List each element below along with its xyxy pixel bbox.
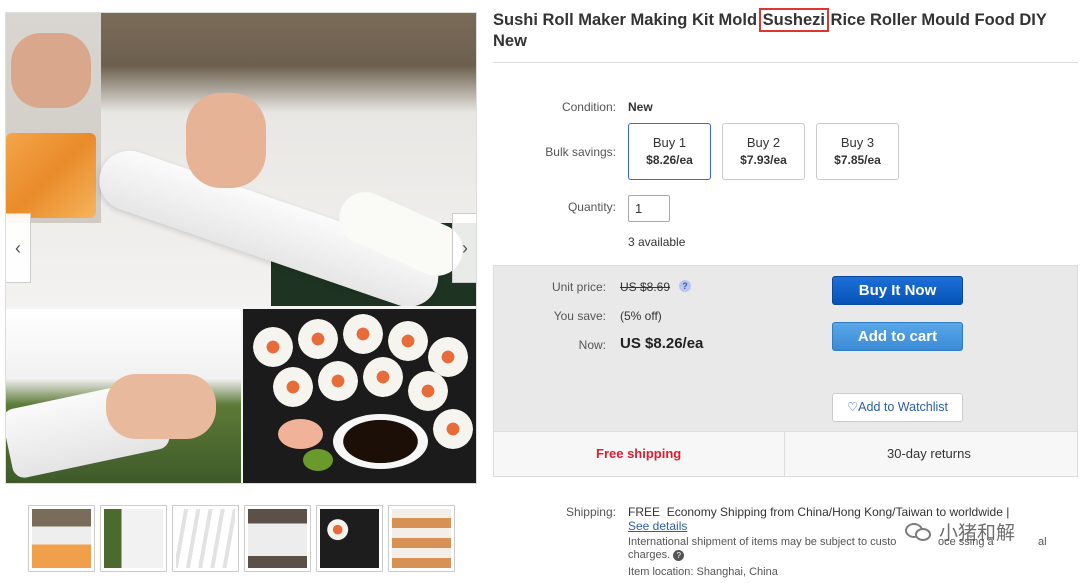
returns-label: 30-day returns [887,446,971,461]
condition-value: New [628,100,653,114]
bulk-option-3[interactable]: Buy 3 $7.85/ea [816,123,899,180]
add-to-cart-button[interactable]: Add to cart [832,322,963,351]
wechat-icon [905,521,933,543]
secondary-image-roller[interactable] [6,309,241,483]
thumbnail[interactable] [172,505,239,572]
divider [493,62,1078,63]
main-product-image[interactable]: ‹ › [6,13,476,306]
intl-shipment-note: International shipment of items may be s… [628,536,897,548]
buy-it-now-button[interactable]: Buy It Now [832,276,963,305]
see-details-link[interactable]: See details [628,519,687,533]
shipping-label: Shipping: [565,505,616,519]
available-count: 3 available [628,235,686,249]
chevron-right-icon: › [462,237,468,258]
condition-label: Condition: [561,100,616,114]
secondary-image-sushi-plate[interactable] [243,309,476,483]
unit-price-value: US $8.69 [620,280,671,294]
image-gallery: ‹ › [5,12,477,484]
you-save-value: (5% off) [620,309,662,323]
product-title: Sushi Roll Maker Making Kit Mold Sushezi… [493,8,1047,50]
hand-graphic [186,93,266,188]
shipping-desc: FREE Economy Shipping from China/Hong Ko… [628,505,1010,519]
add-to-watchlist-button[interactable]: ♡Add to Watchlist [832,393,963,422]
bulk-savings-label: Bulk savings: [545,145,616,159]
now-label: Now: [578,338,606,352]
quantity-label: Quantity: [567,200,616,214]
free-shipping-label: Free shipping [596,446,682,461]
you-save-label: You save: [553,309,606,323]
thumbnail[interactable] [28,505,95,572]
highlighted-brand: Sushezi [758,8,829,32]
price-box-footer [494,431,1077,477]
thumbnail[interactable] [244,505,311,572]
now-price: US $8.26/ea [620,335,704,352]
info-icon[interactable]: ? [679,280,691,292]
quantity-input[interactable]: 1 [628,195,670,222]
prev-image-button[interactable]: ‹ [6,213,31,283]
food-plate-graphic [6,133,96,218]
watermark: 小猪和解 [905,518,1015,545]
chevron-left-icon: ‹ [15,237,21,258]
charges-note: charges.? [628,549,685,561]
help-icon[interactable]: ? [673,550,685,561]
unit-price-label: Unit price: [551,280,606,294]
thumbnail[interactable] [388,505,455,572]
price-box [493,265,1078,477]
heart-icon: ♡ [846,400,859,414]
thumbnail[interactable] [100,505,167,572]
soy-sauce-bowl-graphic [333,414,428,469]
next-image-button[interactable]: › [452,213,476,283]
bulk-option-2[interactable]: Buy 2 $7.93/ea [722,123,805,180]
thumbnail[interactable] [316,505,383,572]
bulk-option-1[interactable]: Buy 1 $8.26/ea [628,123,711,180]
item-location: Item location: Shanghai, China [628,566,778,578]
thumbnail-strip [28,505,455,572]
